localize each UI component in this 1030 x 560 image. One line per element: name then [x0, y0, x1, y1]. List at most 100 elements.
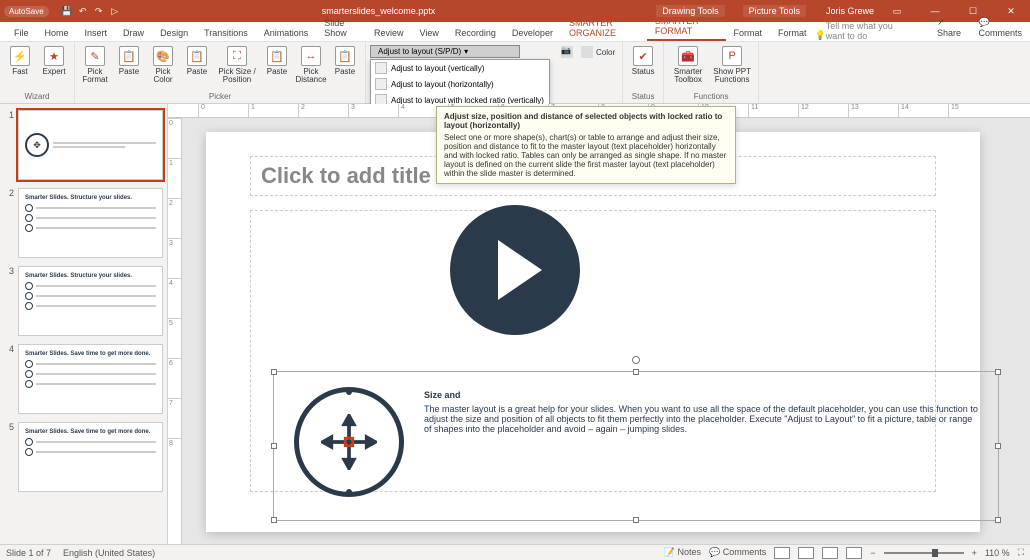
tab-design[interactable]: Design: [152, 25, 196, 41]
paste-color-button[interactable]: 📋Paste: [181, 44, 213, 78]
fit-to-window-icon[interactable]: ⛶: [1018, 547, 1024, 558]
share-button[interactable]: ↗ Share: [929, 14, 971, 41]
title-bar: AutoSave 💾 ↶ ↷ ▷ smarterslides_welcome.p…: [0, 0, 1030, 22]
language-indicator[interactable]: English (United States): [63, 548, 155, 558]
status-button[interactable]: ✔Status: [627, 44, 659, 78]
zoom-in-icon[interactable]: +: [972, 548, 977, 558]
group-wizard: ⚡Fast ★Expert Wizard: [0, 42, 75, 103]
thumb-number: 1: [4, 110, 14, 180]
tell-me-input[interactable]: Tell me what you want to do: [826, 21, 929, 41]
thumb-number: 2: [4, 188, 14, 258]
zoom-level[interactable]: 110 %: [985, 548, 1010, 558]
tab-format-drawing[interactable]: Format: [726, 25, 771, 41]
vertical-ruler: 012345678: [168, 118, 182, 544]
slide[interactable]: Click to add title: [206, 132, 980, 532]
adjust-option-horizontal[interactable]: Adjust to layout (horizontally): [371, 76, 549, 92]
zoom-out-icon[interactable]: −: [870, 548, 875, 558]
tab-transitions[interactable]: Transitions: [196, 25, 256, 41]
content-text[interactable]: Size and The master layout is a great he…: [424, 390, 978, 434]
contextual-tab-picture[interactable]: Picture Tools: [743, 5, 806, 17]
tooltip-body: Select one or more shape(s), chart(s) or…: [444, 133, 728, 178]
group-label: Wizard: [4, 91, 70, 101]
tooltip: Adjust size, position and distance of se…: [436, 106, 736, 184]
tab-file[interactable]: File: [6, 25, 37, 41]
content-heading: Size and: [424, 390, 978, 400]
group-functions: 🧰Smarter Toolbox PShow PPT Functions Fun…: [664, 42, 759, 103]
option-icon: [375, 78, 387, 90]
slideshow-icon[interactable]: ▷: [109, 5, 121, 17]
thumbnail[interactable]: 5 Smarter Slides. Save time to get more …: [4, 422, 163, 492]
bucket-icon: [581, 46, 593, 58]
paste-distance-button[interactable]: 📋Paste: [329, 44, 361, 78]
thumbnail[interactable]: 4 Smarter Slides. Save time to get more …: [4, 344, 163, 414]
group-label: Status: [627, 91, 659, 101]
thumb-number: 4: [4, 344, 14, 414]
tab-recording[interactable]: Recording: [447, 25, 504, 41]
save-icon[interactable]: 💾: [61, 5, 73, 17]
resize-handle[interactable]: [271, 443, 277, 449]
camera-button[interactable]: 📷: [558, 45, 576, 59]
tab-smarter-format[interactable]: SMARTER FORMAT: [647, 13, 726, 41]
tab-home[interactable]: Home: [37, 25, 77, 41]
tab-insert[interactable]: Insert: [77, 25, 116, 41]
resize-handle[interactable]: [995, 369, 1001, 375]
reading-view-icon[interactable]: [822, 547, 838, 559]
resize-handle[interactable]: [995, 517, 1001, 523]
pick-format-button[interactable]: ✎Pick Format: [79, 44, 111, 86]
tab-slideshow[interactable]: Slide Show: [316, 15, 366, 41]
thumbnail[interactable]: 1 ✥: [4, 110, 163, 180]
arrows-icon[interactable]: [294, 387, 404, 497]
body-placeholder[interactable]: Size and The master layout is a great he…: [250, 210, 936, 492]
resize-handle[interactable]: [271, 517, 277, 523]
tab-format-picture[interactable]: Format: [770, 25, 815, 41]
tab-review[interactable]: Review: [366, 25, 412, 41]
rotate-handle[interactable]: [632, 356, 640, 364]
tab-draw[interactable]: Draw: [115, 25, 152, 41]
zoom-slider[interactable]: [884, 552, 964, 554]
normal-view-icon[interactable]: [774, 547, 790, 559]
tooltip-heading: Adjust size, position and distance of se…: [444, 112, 728, 130]
selected-group[interactable]: Size and The master layout is a great he…: [273, 371, 999, 521]
show-ppt-functions-button[interactable]: PShow PPT Functions: [710, 44, 754, 86]
smarter-toolbox-button[interactable]: 🧰Smarter Toolbox: [668, 44, 708, 86]
thumb-number: 5: [4, 422, 14, 492]
group-label: Picker: [79, 91, 361, 101]
resize-handle[interactable]: [633, 517, 639, 523]
redo-icon[interactable]: ↷: [93, 5, 105, 17]
sorter-view-icon[interactable]: [798, 547, 814, 559]
expert-button[interactable]: ★Expert: [38, 44, 70, 78]
pick-color-button[interactable]: 🎨Pick Color: [147, 44, 179, 86]
camera-icon: 📷: [561, 46, 573, 58]
group-picker: ✎Pick Format 📋Paste 🎨Pick Color 📋Paste ⛶…: [75, 42, 366, 103]
pick-distance-button[interactable]: ↔Pick Distance: [295, 44, 327, 86]
fast-button[interactable]: ⚡Fast: [4, 44, 36, 78]
comments-toggle[interactable]: 💬 Comments: [709, 547, 766, 558]
tab-developer[interactable]: Developer: [504, 25, 561, 41]
adjust-dropdown-header[interactable]: Adjust to layout (S/P/D) ▾: [370, 45, 520, 58]
tab-animations[interactable]: Animations: [256, 25, 317, 41]
option-icon: [375, 62, 387, 74]
document-title: smarterslides_welcome.pptx: [121, 6, 637, 16]
ribbon-options-icon[interactable]: ▭: [882, 6, 912, 17]
thumbnail[interactable]: 2 Smarter Slides. Structure your slides.: [4, 188, 163, 258]
user-name[interactable]: Joris Grewe: [826, 6, 874, 16]
resize-handle[interactable]: [271, 369, 277, 375]
paste-size-button[interactable]: 📋Paste: [261, 44, 293, 78]
comments-button[interactable]: 💬 Comments: [970, 14, 1030, 41]
adjust-option-vertical[interactable]: Adjust to layout (vertically): [371, 60, 549, 76]
resize-handle[interactable]: [633, 369, 639, 375]
slide-thumbnail-panel[interactable]: 1 ✥ 2 Smarter Slides. Structure your sli…: [0, 104, 168, 544]
pick-size-position-button[interactable]: ⛶Pick Size / Position: [215, 44, 259, 86]
resize-handle[interactable]: [995, 443, 1001, 449]
tab-view[interactable]: View: [412, 25, 447, 41]
play-video-button[interactable]: [450, 205, 580, 335]
adjust-dropdown-label: Adjust to layout (S/P/D): [378, 47, 461, 56]
undo-icon[interactable]: ↶: [77, 5, 89, 17]
slideshow-view-icon[interactable]: [846, 547, 862, 559]
tab-smarter-organize[interactable]: SMARTER ORGANIZE: [561, 15, 647, 41]
thumbnail[interactable]: 3 Smarter Slides. Structure your slides.: [4, 266, 163, 336]
color-button[interactable]: Color: [578, 45, 618, 59]
notes-button[interactable]: 📝 Notes: [664, 547, 701, 558]
paste-format-button[interactable]: 📋Paste: [113, 44, 145, 78]
autosave-toggle[interactable]: AutoSave: [4, 6, 49, 17]
